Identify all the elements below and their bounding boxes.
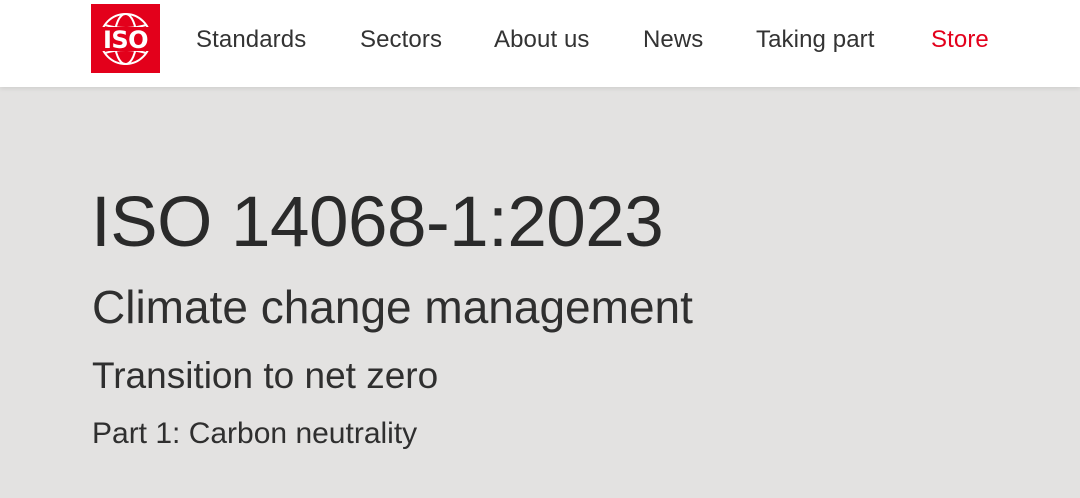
nav-news[interactable]: News <box>643 25 703 55</box>
standard-number: ISO 14068-1:2023 <box>91 183 664 262</box>
main-nav: Standards Sectors About us News Taking p… <box>0 0 1080 80</box>
nav-sectors[interactable]: Sectors <box>360 25 442 55</box>
standard-part: Part 1: Carbon neutrality <box>92 417 418 450</box>
nav-about-us[interactable]: About us <box>494 25 590 55</box>
standard-title: Climate change management <box>92 281 693 333</box>
top-navigation-bar: ISO Standards Sectors About us News Taki… <box>0 0 1080 87</box>
standard-header: ISO 14068-1:2023 Climate change manageme… <box>0 87 1080 498</box>
standard-subtitle: Transition to net zero <box>92 355 439 396</box>
nav-taking-part[interactable]: Taking part <box>756 25 875 55</box>
nav-standards[interactable]: Standards <box>196 25 306 55</box>
nav-store[interactable]: Store <box>931 25 989 55</box>
